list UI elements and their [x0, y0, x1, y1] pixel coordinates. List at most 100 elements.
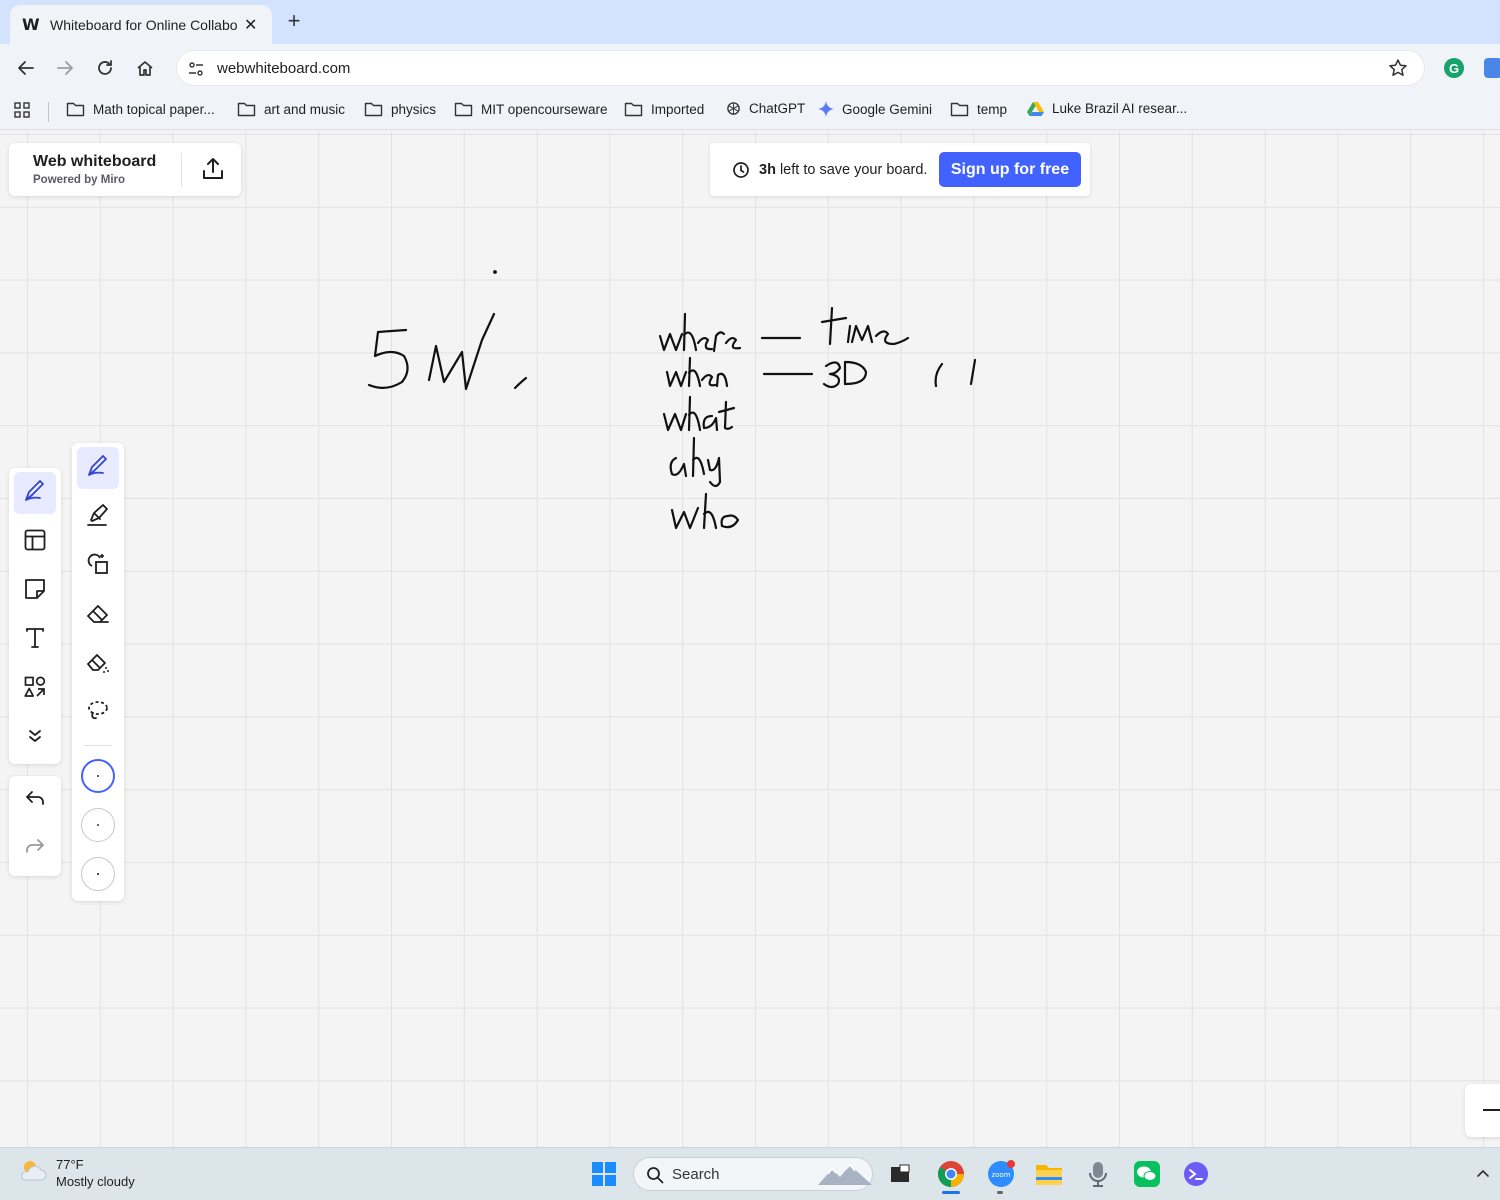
bookmark-luke-brazil[interactable]: Luke Brazil AI resear...	[1027, 101, 1187, 116]
pen-icon	[85, 453, 111, 484]
bookmark-temp[interactable]: temp	[950, 101, 1007, 117]
text-icon	[23, 626, 47, 655]
shapes-button[interactable]	[14, 668, 56, 710]
sticky-note-button[interactable]	[14, 570, 56, 612]
bookmark-physics[interactable]: physics	[364, 101, 436, 117]
bookmark-chatgpt[interactable]: ChatGPT	[726, 101, 805, 116]
chevron-up-icon[interactable]	[1476, 1166, 1490, 1184]
extension-icon[interactable]	[1484, 58, 1500, 78]
share-upload-icon[interactable]	[200, 156, 226, 187]
board-title: Web whiteboard	[33, 153, 157, 170]
mountain-highlight-icon	[818, 1163, 872, 1192]
zoom-out-icon[interactable]	[1483, 1109, 1500, 1111]
folder-icon[interactable]	[1034, 1159, 1064, 1189]
bookmark-math-topical[interactable]: Math topical paper...	[66, 101, 215, 117]
forward-icon[interactable]	[53, 56, 77, 80]
new-tab-icon[interactable]: +	[284, 8, 304, 34]
tab-title: Whiteboard for Online Collaboration	[50, 16, 238, 33]
highlighter-button[interactable]	[77, 496, 119, 538]
more-tools-button[interactable]	[14, 717, 56, 759]
save-text: left to save your board.	[775, 162, 928, 178]
bookmark-star-icon[interactable]	[1388, 58, 1408, 83]
search-icon	[646, 1166, 664, 1189]
file-explorer-dark-icon[interactable]	[885, 1159, 915, 1189]
board-card-divider	[181, 153, 182, 186]
highlighter-icon	[85, 502, 111, 533]
terminal-app-icon[interactable]	[1181, 1159, 1211, 1189]
zoom-running-indicator	[997, 1191, 1003, 1194]
close-tab-icon[interactable]: ✕	[244, 15, 257, 35]
smart-shape-icon	[85, 551, 111, 582]
text-tool-button[interactable]	[14, 619, 56, 661]
windows-taskbar: 77°F Mostly cloudy Search zoom	[0, 1147, 1500, 1200]
more-tools-icon	[26, 727, 44, 750]
sign-up-button[interactable]: Sign up for free	[939, 152, 1081, 187]
pen-size-large[interactable]	[81, 857, 115, 891]
pen-tool-button[interactable]	[14, 472, 56, 514]
shapes-icon	[23, 675, 47, 704]
pen-button[interactable]	[77, 447, 119, 489]
voice-recorder-icon[interactable]	[1083, 1159, 1113, 1189]
apps-grid-icon[interactable]	[14, 102, 30, 118]
folder-icon	[950, 101, 969, 117]
address-bar[interactable]: webwhiteboard.com	[176, 50, 1425, 86]
lasso-icon	[85, 698, 111, 729]
whiteboard-canvas[interactable]	[0, 131, 1500, 1147]
bookmark-art-and-music[interactable]: art and music	[237, 101, 345, 117]
bookmark-label: art and music	[264, 101, 346, 117]
templates-button[interactable]	[14, 521, 56, 563]
pen-size-medium[interactable]	[81, 808, 115, 842]
pen-icon	[22, 478, 48, 509]
bookmark-label: Imported	[651, 101, 705, 117]
lasso-button[interactable]	[77, 692, 119, 734]
weather-temp: 77°F	[56, 1157, 84, 1172]
tab-strip: W Whiteboard for Online Collaboration ✕ …	[0, 0, 1500, 44]
bookmarks-divider	[48, 102, 49, 122]
pen-size-small[interactable]	[81, 759, 115, 793]
bookmark-imported[interactable]: Imported	[624, 101, 704, 117]
bookmark-label: Math topical paper...	[93, 101, 215, 117]
pen-options-divider	[84, 745, 112, 746]
svg-text:zoom: zoom	[991, 1171, 1010, 1179]
gemini-icon	[818, 101, 834, 117]
windows-start-icon[interactable]	[589, 1159, 619, 1189]
cloudy-weather-icon	[18, 1158, 48, 1189]
browser-tab[interactable]: W Whiteboard for Online Collaboration ✕	[10, 5, 272, 44]
eraser-icon	[85, 600, 111, 631]
smart-shape-button[interactable]	[77, 545, 119, 587]
board-info-card: Web whiteboard Powered by Miro	[9, 143, 241, 196]
zoom-app-icon[interactable]: zoom	[986, 1159, 1016, 1189]
object-eraser-button[interactable]	[77, 643, 119, 685]
google-drive-icon	[1027, 101, 1044, 116]
undo-icon	[23, 787, 47, 816]
bookmark-label: physics	[391, 101, 437, 117]
grammarly-extension-icon[interactable]: G	[1444, 58, 1464, 78]
history-toolbar	[9, 776, 61, 876]
chrome-active-indicator	[942, 1191, 960, 1194]
weather-widget[interactable]: 77°F Mostly cloudy	[18, 1156, 135, 1190]
folder-icon	[237, 101, 256, 117]
redo-button[interactable]	[14, 828, 56, 870]
site-settings-icon[interactable]	[187, 60, 205, 83]
object-eraser-icon	[85, 649, 111, 680]
chrome-icon[interactable]	[936, 1159, 966, 1189]
taskbar-search[interactable]: Search	[633, 1157, 873, 1191]
bookmark-mit-opencourseware[interactable]: MIT opencourseware	[454, 101, 608, 117]
size-dot-icon	[97, 824, 99, 826]
wechat-icon[interactable]	[1132, 1159, 1162, 1189]
eraser-button[interactable]	[77, 594, 119, 636]
clock-icon	[732, 161, 750, 184]
main-toolbar	[9, 468, 61, 764]
back-icon[interactable]	[14, 56, 38, 80]
folder-icon	[66, 101, 85, 117]
browser-toolbar: webwhiteboard.com G	[0, 44, 1500, 92]
undo-button[interactable]	[14, 780, 56, 822]
templates-icon	[23, 528, 47, 557]
home-icon[interactable]	[133, 56, 157, 80]
folder-icon	[454, 101, 473, 117]
save-board-banner: 3h left to save your board. Sign up for …	[710, 143, 1090, 196]
tab-favicon: W	[22, 15, 40, 34]
reload-icon[interactable]	[93, 56, 117, 80]
bookmark-google-gemini[interactable]: Google Gemini	[818, 101, 932, 117]
bookmark-label: MIT opencourseware	[481, 101, 608, 117]
